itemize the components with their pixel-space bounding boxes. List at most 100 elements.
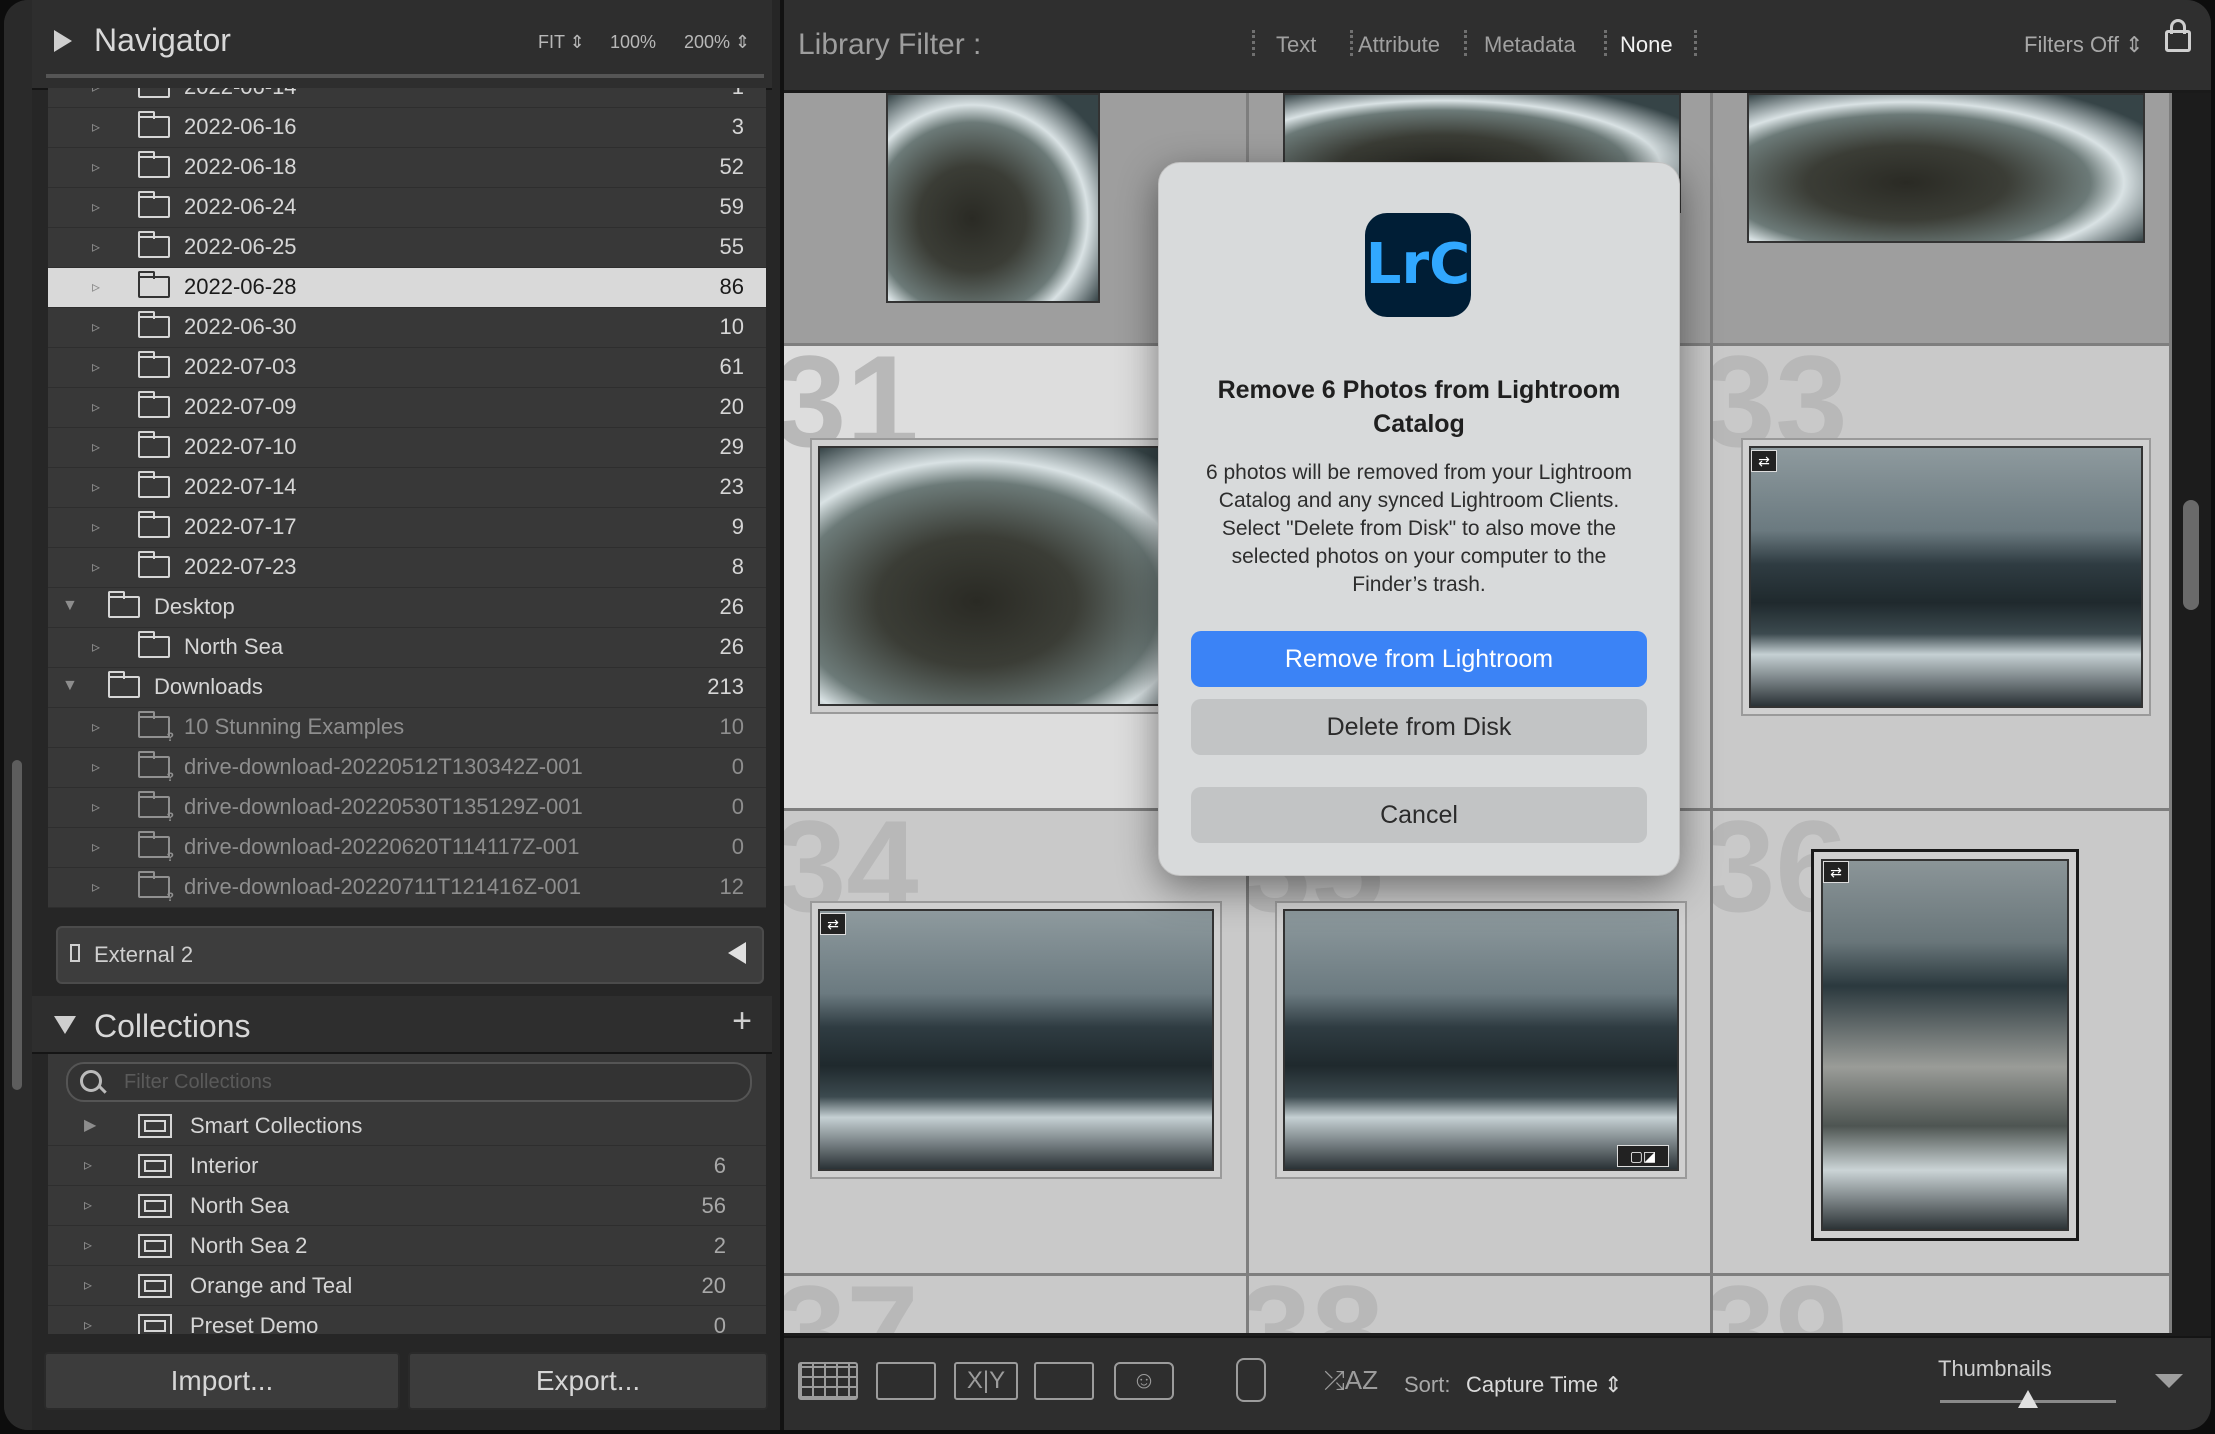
- folder-row[interactable]: ▹ 2022-06-16 3: [48, 108, 766, 148]
- people-view-icon[interactable]: ☺: [1114, 1362, 1174, 1400]
- disclosure-icon[interactable]: ▹: [92, 477, 100, 497]
- delete-from-disk-button[interactable]: Delete from Disk: [1191, 699, 1647, 755]
- disclosure-icon[interactable]: ▹: [92, 557, 100, 577]
- collapse-triangle-icon[interactable]: [54, 1016, 76, 1034]
- slider-knob[interactable]: [2018, 1390, 2038, 1408]
- disclosure-icon[interactable]: ▹: [92, 517, 100, 537]
- disclosure-icon[interactable]: ▹: [92, 877, 100, 897]
- folder-row[interactable]: ▹ 2022-06-14 1: [48, 88, 766, 108]
- folder-row[interactable]: ▹ 2022-07-03 61: [48, 348, 766, 388]
- remove-from-lightroom-button[interactable]: Remove from Lightroom: [1191, 631, 1647, 687]
- disclosure-icon[interactable]: ▹: [92, 317, 100, 337]
- disclosure-icon[interactable]: ▹: [92, 757, 100, 777]
- export-button[interactable]: Export...: [408, 1352, 768, 1410]
- zoom-200[interactable]: 200% ⇕: [684, 32, 750, 53]
- photo-thumbnail[interactable]: [1749, 446, 2143, 708]
- folder-row[interactable]: ▹ 2022-06-28 86: [48, 268, 766, 308]
- grid-cell-35[interactable]: 35 ▢◪: [1249, 811, 1713, 1276]
- collections-header[interactable]: Collections +: [32, 996, 772, 1054]
- expand-triangle-icon[interactable]: ▼: [62, 597, 78, 615]
- filter-text[interactable]: Text: [1276, 32, 1316, 58]
- folder-row[interactable]: ▹? drive-download-20220620T114117Z-001 0: [48, 828, 766, 868]
- grid-cell-38[interactable]: 38: [1249, 1276, 1713, 1333]
- collection-row[interactable]: ▹ Interior 6: [48, 1146, 766, 1186]
- survey-view-icon[interactable]: [1034, 1362, 1094, 1400]
- folder-row[interactable]: ▹ 2022-06-18 52: [48, 148, 766, 188]
- photo-thumbnail[interactable]: [1747, 93, 2145, 243]
- filter-collections-input[interactable]: Filter Collections: [66, 1062, 752, 1102]
- folder-row[interactable]: ▹ 2022-07-14 23: [48, 468, 766, 508]
- folder-row[interactable]: ▹ 2022-07-23 8: [48, 548, 766, 588]
- collection-row[interactable]: ▹ North Sea 56: [48, 1186, 766, 1226]
- collapse-triangle-icon[interactable]: [54, 30, 72, 52]
- expand-triangle-icon[interactable]: ▼: [62, 677, 78, 695]
- lock-icon[interactable]: [2165, 19, 2191, 52]
- disclosure-icon[interactable]: ▹: [92, 117, 100, 137]
- chevron-down-icon[interactable]: [2155, 1374, 2183, 1388]
- disclosure-icon[interactable]: ▹: [84, 1275, 92, 1295]
- photo-thumbnail[interactable]: [1283, 909, 1679, 1171]
- disclosure-icon[interactable]: ▹: [92, 277, 100, 297]
- filter-metadata[interactable]: Metadata: [1484, 32, 1576, 58]
- sort-direction-icon[interactable]: ⤮AZ: [1324, 1362, 1390, 1400]
- disclosure-icon[interactable]: ▹: [84, 1195, 92, 1215]
- sort-dropdown[interactable]: Capture Time ⇕: [1466, 1372, 1623, 1398]
- grid-scrollbar[interactable]: [2179, 100, 2203, 1330]
- folder-row[interactable]: ▹ 2022-07-09 20: [48, 388, 766, 428]
- disclosure-icon[interactable]: ▹: [84, 1315, 92, 1334]
- photo-thumbnail[interactable]: [818, 446, 1214, 706]
- disclosure-icon[interactable]: ▹: [92, 197, 100, 217]
- collection-row[interactable]: ▹ North Sea 2 2: [48, 1226, 766, 1266]
- import-button[interactable]: Import...: [44, 1352, 400, 1410]
- filter-attribute[interactable]: Attribute: [1358, 32, 1440, 58]
- grid-cell-33[interactable]: 33 ⇄: [1713, 346, 2172, 811]
- folder-row[interactable]: ▹? drive-download-20220711T121416Z-001 12: [48, 868, 766, 908]
- disclosure-icon[interactable]: ▹: [92, 437, 100, 457]
- disclosure-icon[interactable]: ▹: [92, 357, 100, 377]
- scroll-thumb[interactable]: [2183, 500, 2199, 610]
- painter-icon[interactable]: [1236, 1358, 1266, 1402]
- compare-view-icon[interactable]: X|Y: [954, 1362, 1018, 1400]
- add-collection-icon[interactable]: +: [732, 1002, 752, 1041]
- disclosure-icon[interactable]: ▹: [92, 837, 100, 857]
- filter-none[interactable]: None: [1620, 32, 1673, 58]
- grid-cell-39[interactable]: 39: [1713, 1276, 2172, 1333]
- volume-external-2[interactable]: External 2: [56, 926, 764, 984]
- disclosure-icon[interactable]: ▹: [92, 237, 100, 257]
- cancel-button[interactable]: Cancel: [1191, 787, 1647, 843]
- folder-row[interactable]: ▹ North Sea 26: [48, 628, 766, 668]
- disclosure-icon[interactable]: ▹: [92, 157, 100, 177]
- smart-collections-set[interactable]: ▶ Smart Collections: [48, 1106, 766, 1146]
- disclosure-icon[interactable]: ▹: [92, 88, 100, 97]
- collection-row[interactable]: ▹ Orange and Teal 20: [48, 1266, 766, 1306]
- folder-row[interactable]: ▼ Downloads 213: [48, 668, 766, 708]
- expand-triangle-icon[interactable]: ▶: [84, 1115, 96, 1135]
- left-panel-scrollbar[interactable]: [12, 760, 22, 1090]
- zoom-fit[interactable]: FIT ⇕: [538, 32, 585, 53]
- loupe-view-icon[interactable]: [876, 1362, 936, 1400]
- disclosure-icon[interactable]: ▹: [92, 717, 100, 737]
- grid-cell-36[interactable]: 36 ⇄: [1713, 811, 2172, 1276]
- filters-off-dropdown[interactable]: Filters Off ⇕: [2024, 32, 2144, 58]
- folder-row[interactable]: ▹ 2022-07-10 29: [48, 428, 766, 468]
- grid-cell-34[interactable]: 34 ⇄: [784, 811, 1249, 1276]
- navigator-header[interactable]: Navigator FIT ⇕ 100% 200% ⇕: [32, 0, 772, 90]
- folder-row[interactable]: ▹ 2022-06-25 55: [48, 228, 766, 268]
- disclosure-icon[interactable]: ▹: [84, 1235, 92, 1255]
- photo-thumbnail[interactable]: [818, 909, 1214, 1171]
- grid-view-icon[interactable]: [798, 1362, 858, 1400]
- folder-row[interactable]: ▹? 10 Stunning Examples 10: [48, 708, 766, 748]
- folder-row[interactable]: ▹? drive-download-20220530T135129Z-001 0: [48, 788, 766, 828]
- folder-row[interactable]: ▹ 2022-06-30 10: [48, 308, 766, 348]
- grid-cell[interactable]: [1713, 93, 2172, 346]
- disclosure-icon[interactable]: ▹: [92, 797, 100, 817]
- disclosure-icon[interactable]: ▹: [84, 1155, 92, 1175]
- collection-row[interactable]: ▹ Preset Demo 0: [48, 1306, 766, 1334]
- disclosure-icon[interactable]: ▹: [92, 397, 100, 417]
- photo-thumbnail[interactable]: [886, 93, 1100, 303]
- folder-row[interactable]: ▼ Desktop 26: [48, 588, 766, 628]
- zoom-100[interactable]: 100%: [610, 32, 656, 53]
- disclosure-icon[interactable]: ▹: [92, 637, 100, 657]
- folder-row[interactable]: ▹? drive-download-20220512T130342Z-001 0: [48, 748, 766, 788]
- grid-cell-37[interactable]: 37: [784, 1276, 1249, 1333]
